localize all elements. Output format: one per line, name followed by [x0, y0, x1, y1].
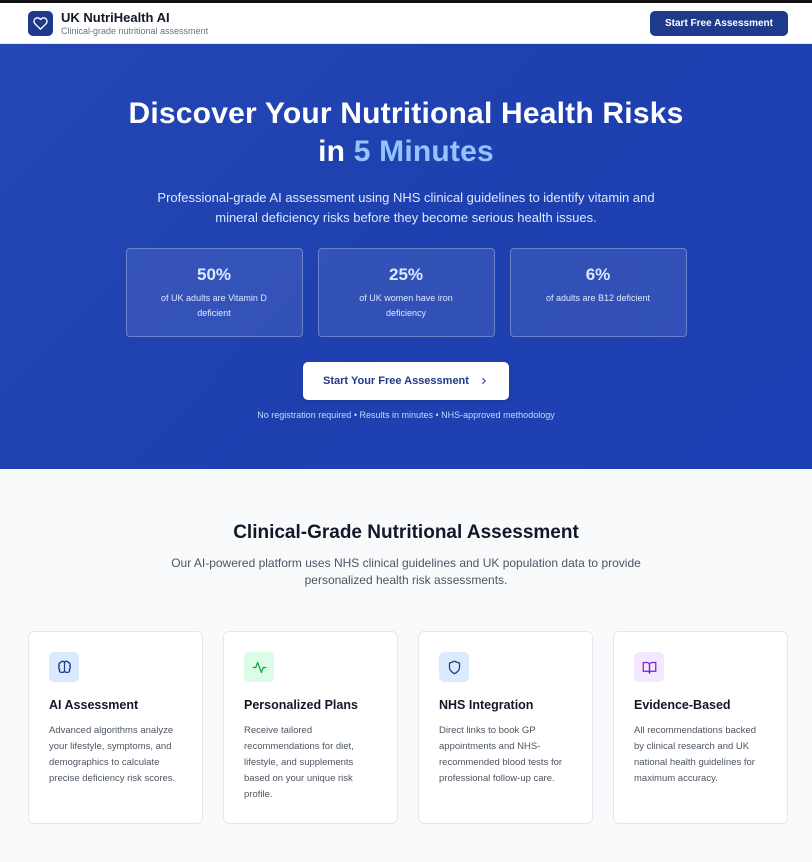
- hero-title: Discover Your Nutritional Health Risks i…: [0, 95, 812, 171]
- hero-section: Discover Your Nutritional Health Risks i…: [0, 44, 812, 469]
- stat-card: 50% of UK adults are Vitamin D deficient: [125, 248, 303, 337]
- feature-text: Receive tailored recommendations for die…: [244, 725, 354, 800]
- site-header: UK NutriHealth AI Clinical-grade nutriti…: [0, 3, 812, 44]
- shield-icon: [439, 652, 469, 682]
- feature-text: All recommendations backed by clinical r…: [634, 725, 756, 784]
- stat-card: 25% of UK women have iron deficiency: [317, 248, 495, 337]
- feature-card: AI Assessment Advanced algorithms analyz…: [28, 631, 203, 824]
- start-free-assessment-button[interactable]: Start Free Assessment: [649, 10, 788, 36]
- feature-title: Evidence-Based: [634, 698, 731, 712]
- feature-text: Direct links to book GP appointments and…: [439, 725, 563, 784]
- hero-title-prefix: in: [318, 135, 354, 168]
- feature-title: AI Assessment: [49, 698, 139, 712]
- activity-icon: [244, 652, 274, 682]
- features-section: Clinical-Grade Nutritional Assessment Ou…: [0, 469, 812, 824]
- stat-value: 25%: [388, 265, 424, 284]
- stats-row: 50% of UK adults are Vitamin D deficient…: [0, 248, 812, 337]
- chevron-right-icon: [482, 377, 486, 385]
- book-icon: [634, 652, 664, 682]
- heart-icon: [28, 10, 53, 36]
- hero-title-accent: 5 Minutes: [353, 135, 494, 168]
- brand-name: UK NutriHealth AI: [61, 9, 170, 25]
- hero-subtitle: Professional-grade AI assessment using N…: [157, 190, 655, 225]
- hero-title-line1: Discover Your Nutritional Health Risks: [128, 97, 684, 130]
- stat-card: 6% of adults are B12 deficient: [509, 248, 687, 337]
- stat-label: of UK adults are Vitamin D deficient: [161, 293, 267, 318]
- hero-fineprint: No registration required • Results in mi…: [257, 410, 555, 420]
- brain-icon: [49, 652, 79, 682]
- feature-card: Personalized Plans Receive tailored reco…: [223, 631, 398, 824]
- brand-tagline: Clinical-grade nutritional assessment: [61, 25, 209, 36]
- stat-value: 50%: [196, 265, 232, 284]
- feature-cards: AI Assessment Advanced algorithms analyz…: [0, 631, 812, 824]
- cta-label: Start Your Free Assessment: [323, 375, 469, 387]
- stat-label: of adults are B12 deficient: [545, 293, 651, 303]
- start-your-free-assessment-button[interactable]: Start Your Free Assessment: [303, 362, 509, 400]
- feature-card: NHS Integration Direct links to book GP …: [418, 631, 593, 824]
- feature-card: Evidence-Based All recommendations backe…: [613, 631, 788, 824]
- features-lead: Our AI-powered platform uses NHS clinica…: [171, 556, 641, 587]
- stat-value: 6%: [585, 265, 611, 284]
- feature-text: Advanced algorithms analyze your lifesty…: [49, 725, 176, 784]
- features-heading: Clinical-Grade Nutritional Assessment: [233, 522, 579, 543]
- stat-label: of UK women have iron deficiency: [359, 293, 453, 318]
- feature-title: NHS Integration: [439, 698, 534, 712]
- brand[interactable]: UK NutriHealth AI Clinical-grade nutriti…: [28, 10, 208, 37]
- feature-title: Personalized Plans: [244, 698, 358, 712]
